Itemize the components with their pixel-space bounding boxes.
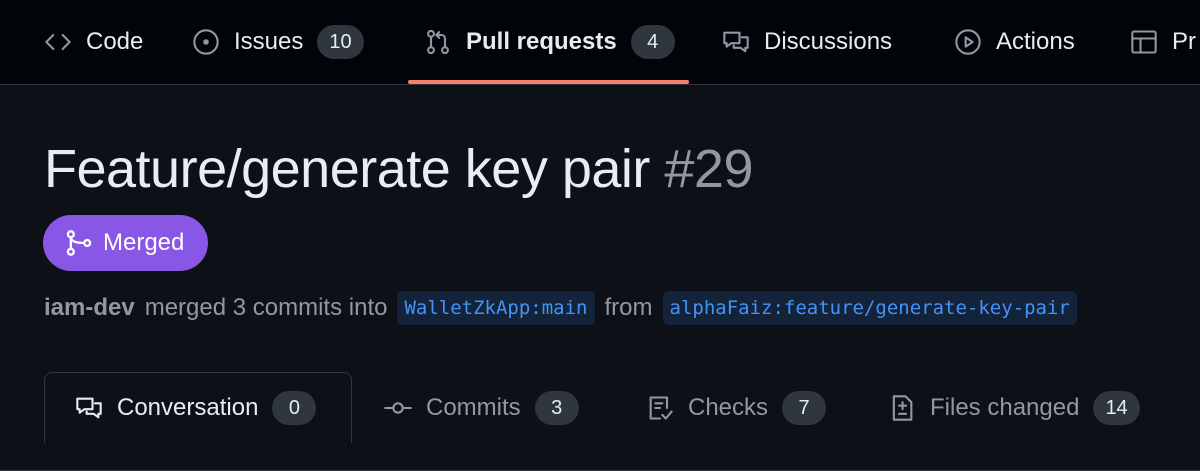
from-text: from — [604, 294, 653, 321]
pr-tabs: Conversation 0 Commits 3 Checks 7 Files … — [0, 372, 1200, 471]
pr-title: Feature/generate key pair #29 — [44, 138, 753, 200]
tab-files-changed[interactable]: Files changed 14 — [888, 372, 1140, 444]
nav-item-label: Discussions — [764, 28, 893, 55]
head-branch-link[interactable]: alphaFaiz:feature/generate-key-pair — [662, 291, 1077, 325]
nav-item-label: Pr — [1172, 28, 1196, 55]
nav-item-issues[interactable]: Issues 10 — [192, 0, 364, 84]
tab-count-badge: 3 — [534, 391, 579, 425]
table-icon — [1131, 30, 1157, 54]
state-label: Merged — [103, 229, 185, 256]
checklist-icon — [649, 396, 673, 420]
nav-item-label: Pull requests — [466, 28, 617, 55]
tab-label: Commits — [426, 394, 521, 421]
git-commit-icon — [384, 402, 412, 414]
nav-item-code[interactable]: Code — [44, 0, 143, 84]
git-pull-request-icon — [427, 29, 449, 55]
git-merge-icon — [66, 230, 92, 256]
tab-label: Files changed — [930, 394, 1080, 421]
tab-count-badge: 0 — [272, 391, 317, 425]
comment-discussion-icon — [76, 397, 102, 419]
author-link[interactable]: iam-dev — [44, 294, 135, 322]
pull-requests-count-badge: 4 — [630, 25, 675, 59]
pr-title-text: Feature/generate key pair — [44, 139, 650, 199]
code-icon — [45, 33, 71, 51]
tab-commits[interactable]: Commits 3 — [384, 372, 579, 444]
tab-count-badge: 14 — [1093, 391, 1140, 425]
nav-item-discussions[interactable]: Discussions — [722, 0, 892, 84]
file-diff-icon — [892, 395, 913, 421]
issues-count-badge: 10 — [317, 25, 364, 59]
tab-label: Checks — [688, 394, 769, 421]
tab-conversation[interactable]: Conversation 0 — [44, 372, 352, 443]
merged-state-badge: Merged — [43, 215, 209, 271]
repo-nav: Code Issues 10 Pull requests 4 Discussio… — [0, 0, 1200, 85]
tab-count-badge: 7 — [782, 391, 827, 425]
nav-item-pull-requests[interactable]: Pull requests 4 — [408, 0, 689, 84]
nav-item-label: Actions — [996, 28, 1075, 55]
tab-label: Conversation — [117, 394, 259, 421]
tab-checks[interactable]: Checks 7 — [646, 372, 827, 444]
nav-item-actions[interactable]: Actions — [954, 0, 1075, 84]
nav-item-label: Code — [86, 28, 144, 55]
pr-merge-summary: iam-dev merged 3 commits into WalletZkAp… — [44, 288, 1077, 328]
merged-text: merged 3 commits into — [144, 294, 388, 321]
issue-opened-icon — [193, 29, 219, 55]
nav-item-label: Issues — [234, 28, 304, 55]
pr-number: #29 — [664, 139, 753, 199]
comment-discussion-icon — [723, 31, 749, 53]
play-icon — [955, 29, 981, 55]
nav-item-projects[interactable]: Pr — [1130, 0, 1196, 84]
base-branch-link[interactable]: WalletZkApp:main — [397, 291, 595, 325]
